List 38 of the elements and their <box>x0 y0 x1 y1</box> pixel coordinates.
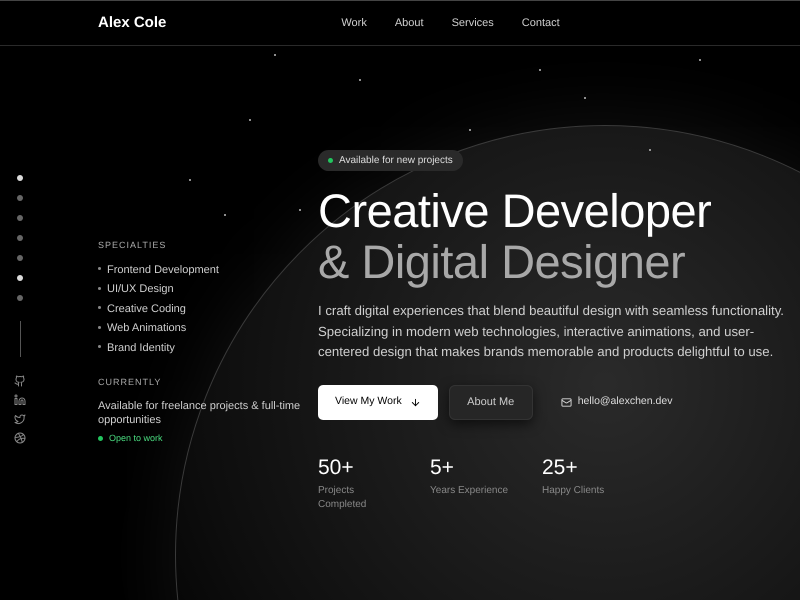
github-icon[interactable] <box>14 375 26 387</box>
availability-text: Available for freelance projects & full-time opportunities <box>98 398 302 426</box>
bullet-icon <box>98 326 101 329</box>
view-work-button[interactable]: View My Work <box>318 384 438 420</box>
specialty-item: UI/UX Design <box>107 282 174 296</box>
bullet-icon <box>98 286 101 290</box>
arrow-down-icon <box>410 396 421 408</box>
nav-link[interactable]: Contact <box>522 14 560 32</box>
bullet-icon <box>98 345 101 348</box>
headline: Creative Developer <box>318 185 712 236</box>
email-link[interactable]: hello@alexchen.dev <box>560 394 672 410</box>
bullet-icon <box>98 267 101 270</box>
stat-label: Years Experience <box>430 484 510 498</box>
stat-value: 5+ <box>430 456 455 480</box>
stat-label: Happy Clients <box>542 484 606 498</box>
linkedin-icon[interactable] <box>14 394 26 406</box>
mail-icon <box>560 396 572 408</box>
section-label: CURRENTLY <box>98 376 162 389</box>
dribbble-icon[interactable] <box>14 432 26 444</box>
hero-description: I craft digital experiences that blend beautiful design with seamless functionality. Specializing in modern web technologies, interactive animations, and user-centered design that makes brands memorable and products delightful to use. <box>318 302 785 361</box>
badge-text: Available for new projects <box>339 154 453 168</box>
specialty-item: Frontend Development <box>107 262 219 276</box>
twitter-icon[interactable] <box>14 413 26 425</box>
specialty-item: Web Animations <box>107 321 186 334</box>
headline-subtitle: & Digital Designer <box>318 236 686 287</box>
specialty-item: Brand Identity <box>107 340 175 354</box>
brand-name: Alex Cole <box>98 12 166 33</box>
status-text: Open to work <box>109 432 163 445</box>
stat-label: Projects Completed <box>318 484 368 512</box>
section-label: SPECIALTIES <box>98 239 168 252</box>
specialty-item: Creative Coding <box>107 302 186 315</box>
nav-link[interactable]: About <box>394 14 424 32</box>
bullet-icon <box>98 306 101 310</box>
nav-link[interactable]: Work <box>341 14 367 32</box>
stat-value: 50+ <box>318 456 355 480</box>
about-me-button[interactable]: About Me <box>448 384 533 420</box>
stat-value: 25+ <box>542 456 579 480</box>
nav-link[interactable]: Services <box>452 14 494 32</box>
